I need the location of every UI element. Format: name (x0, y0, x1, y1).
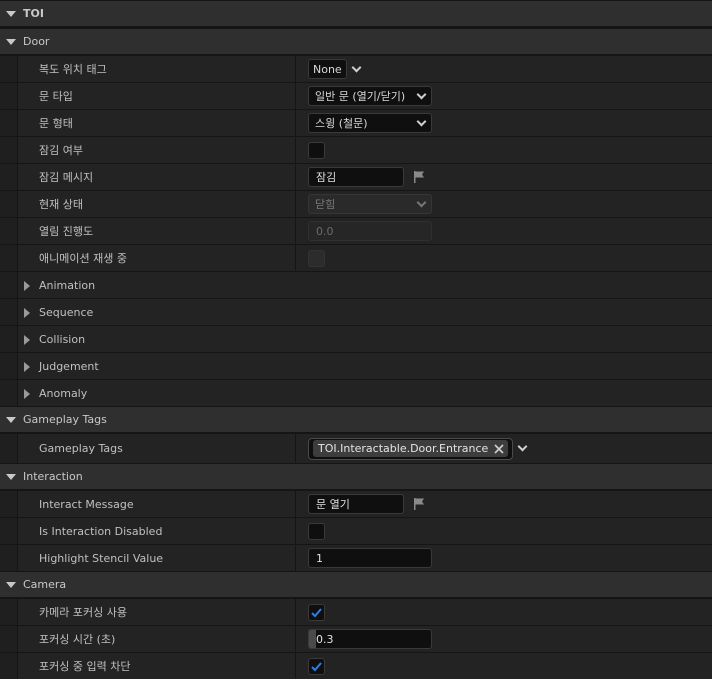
chevron-down-icon (416, 89, 427, 99)
row-lock-message: 잠김 메시지 잠김 (0, 163, 712, 190)
localization-flag-icon[interactable] (412, 497, 426, 511)
section-interaction[interactable]: Interaction (0, 463, 712, 489)
section-camera[interactable]: Camera (0, 571, 712, 597)
row-open-progress: 열림 진행도 0.0 (0, 217, 712, 244)
row-interact-message: Interact Message 문 열기 (0, 490, 712, 517)
row-current-state: 현재 상태 닫힘 (0, 190, 712, 217)
slider-fill (309, 630, 316, 648)
property-label: 문 형태 (39, 117, 73, 130)
block-input-checkbox[interactable] (308, 657, 325, 675)
subsection-sequence[interactable]: Sequence (0, 298, 712, 325)
row-block-input: 포커싱 중 입력 차단 (0, 652, 712, 679)
subsection-label: Sequence (39, 305, 94, 319)
chevron-down-icon[interactable] (351, 62, 362, 72)
localization-flag-icon[interactable] (412, 170, 426, 184)
property-label: Gameplay Tags (39, 442, 123, 455)
close-icon[interactable] (494, 443, 504, 454)
row-use-focus: 카메라 포커싱 사용 (0, 598, 712, 625)
subsection-animation[interactable]: Animation (0, 271, 712, 298)
property-label: 현재 상태 (39, 198, 83, 211)
door-type-combo[interactable]: 일반 문 (열기/닫기) (308, 86, 432, 106)
row-door-shape: 문 형태 스윙 (철문) (0, 109, 712, 136)
gameplay-tag-container[interactable]: TOI.Interactable.Door.Entrance (308, 437, 514, 460)
subsection-label: Judgement (39, 359, 99, 373)
row-anim-playing: 애니메이션 재생 중 (0, 244, 712, 271)
chevron-down-icon (416, 197, 427, 207)
stencil-value-input[interactable]: 1 (308, 548, 432, 568)
anim-playing-checkbox (308, 249, 325, 267)
interaction-disabled-checkbox[interactable] (308, 522, 325, 540)
row-is-locked: 잠김 여부 (0, 136, 712, 163)
expand-arrow-icon[interactable] (24, 389, 30, 399)
gameplay-tag-chip[interactable]: TOI.Interactable.Door.Entrance (313, 440, 509, 457)
row-door-type: 문 타입 일반 문 (열기/닫기) (0, 82, 712, 109)
section-title: Gameplay Tags (23, 413, 107, 426)
subsection-anomaly[interactable]: Anomaly (0, 379, 712, 406)
property-label: 문 타입 (39, 90, 73, 103)
subsection-judgement[interactable]: Judgement (0, 352, 712, 379)
open-progress-field: 0.0 (308, 221, 432, 241)
checkmark-icon (311, 661, 322, 671)
property-label: 열림 진행도 (39, 225, 94, 238)
section-title: Interaction (23, 470, 83, 483)
subsection-label: Animation (39, 278, 96, 292)
chevron-down-icon (416, 116, 427, 126)
is-locked-checkbox[interactable] (308, 141, 325, 159)
collapse-arrow-icon[interactable] (6, 38, 16, 45)
collapse-arrow-icon[interactable] (6, 416, 16, 423)
interact-message-input[interactable]: 문 열기 (308, 494, 404, 514)
focus-time-input[interactable]: 0.3 (308, 629, 432, 649)
current-state-combo: 닫힘 (308, 194, 432, 214)
property-label: Interact Message (39, 497, 134, 511)
row-gameplay-tags: Gameplay Tags TOI.Interactable.Door.Entr… (0, 433, 712, 463)
property-label: 애니메이션 재생 중 (39, 252, 127, 265)
section-toi[interactable]: TOI (0, 0, 712, 26)
section-gameplay-tags[interactable]: Gameplay Tags (0, 406, 712, 432)
expand-arrow-icon[interactable] (24, 281, 30, 291)
lock-message-input[interactable]: 잠김 (308, 167, 404, 187)
row-corridor-tag: 복도 위치 태그 None (0, 55, 712, 82)
collapse-arrow-icon[interactable] (6, 581, 16, 588)
section-title: TOI (23, 7, 44, 20)
collapse-arrow-icon[interactable] (6, 473, 16, 480)
use-focus-checkbox[interactable] (308, 603, 325, 621)
row-stencil-value: Highlight Stencil Value 1 (0, 544, 712, 571)
property-label: 포커싱 시간 (초) (39, 633, 116, 646)
subsection-collision[interactable]: Collision (0, 325, 712, 352)
property-label: 카메라 포커싱 사용 (39, 606, 127, 619)
section-title: Camera (23, 578, 67, 591)
row-interaction-disabled: Is Interaction Disabled (0, 517, 712, 544)
expand-arrow-icon[interactable] (24, 308, 30, 318)
row-focus-time: 포커싱 시간 (초) 0.3 (0, 625, 712, 652)
property-label: 잠김 메시지 (39, 171, 94, 184)
subsection-label: Anomaly (39, 386, 88, 400)
subsection-label: Collision (39, 332, 86, 346)
section-door[interactable]: Door (0, 28, 712, 54)
checkmark-icon (311, 607, 322, 617)
section-title: Door (23, 35, 50, 48)
chevron-down-icon[interactable] (517, 441, 528, 452)
corridor-tag-combo[interactable]: None (308, 59, 347, 79)
property-label: Highlight Stencil Value (39, 551, 164, 565)
expand-arrow-icon[interactable] (24, 335, 30, 345)
collapse-arrow-icon[interactable] (6, 10, 16, 17)
expand-arrow-icon[interactable] (24, 362, 30, 372)
door-shape-combo[interactable]: 스윙 (철문) (308, 113, 432, 133)
property-label: Is Interaction Disabled (39, 524, 163, 538)
property-label: 포커싱 중 입력 차단 (39, 660, 131, 673)
property-label: 잠김 여부 (39, 144, 83, 157)
property-label: 복도 위치 태그 (39, 63, 107, 76)
